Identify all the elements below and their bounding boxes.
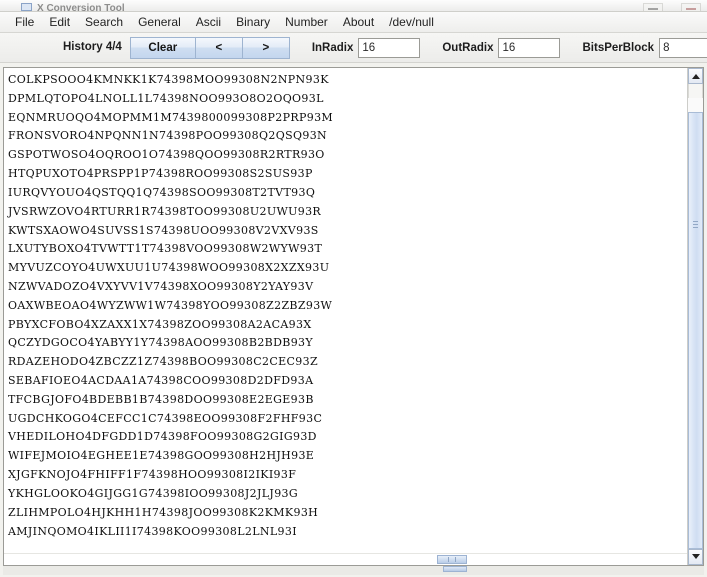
text-line: UGDCHKOGO4CEFCC1C74398EOO99308F2FHF93C [8,411,323,425]
vertical-scrollbar-thumb[interactable] [688,112,703,549]
menu-item-number[interactable]: Number [278,13,335,31]
text-line: WIFEJMOIO4EGHEE1E74398GOO99308H2HJH93E [8,449,315,463]
menu-item-devnull[interactable]: /dev/null [382,13,441,31]
horizontal-scrollbar[interactable] [4,553,687,565]
horizontal-scrollbar-thumb[interactable] [437,555,467,564]
menu-item-file[interactable]: File [8,13,41,31]
menu-item-binary[interactable]: Binary [229,13,277,31]
scroll-grip-line [448,557,449,562]
text-line: XJGFKNOJO4FHIFF1F74398HOO99308I2IKI93F [8,468,297,482]
text-line: COLKPSOOO4KMNKK1K74398MOO99308N2NPN93K [8,73,329,86]
minimize-button[interactable] [643,3,663,11]
text-line: DPMLQTOPO4LNOLL1L74398NOO993O8O2OQO93L [8,91,324,105]
menu-item-about[interactable]: About [336,13,381,31]
scroll-down-arrow-icon[interactable] [688,549,703,565]
text-line: IURQVYOUO4QSTQQ1Q74398SOO99308T2TVT93Q [8,185,316,199]
app-icon [21,3,32,11]
history-next-button[interactable]: > [242,36,290,59]
window-bottom-strip [3,566,704,575]
text-area-panel: COLKPSOOO4KMNKK1K74398MOO99308N2NPN93K DP… [3,67,704,566]
history-label: History 4/4 [63,41,122,53]
window-horizontal-scrollbar-thumb[interactable] [443,566,467,572]
inradix-input[interactable] [358,37,421,58]
vertical-scrollbar-track[interactable] [688,98,703,549]
title-bar: X Conversion Tool [0,0,707,12]
text-line: EQNMRUOQO4MOPMM1M7439800099308P2PRP93M [8,110,334,124]
conversion-output-text[interactable]: COLKPSOOO4KMNKK1K74398MOO99308N2NPN93K DP… [4,68,687,553]
outradix-label: OutRadix [442,41,494,54]
text-line: YKHGLOOKO4GIJGG1G74398IOO99308J2JLJ93G [8,486,299,500]
text-line: QCZYDGOCO4YABYY1Y74398AOO99308B2BDB93Y [8,336,314,350]
history-prev-button[interactable]: < [195,36,243,59]
text-line: GSPOTWOSO4OQROO1O74398QOO99308R2RTR93O [8,148,325,162]
toolbar: History 4/4 Clear < > InRadix OutRadix B… [0,33,707,63]
text-line: RDAZEHODO4ZBCZZ1Z74398BOO99308C2CEC93Z [8,355,318,369]
text-line: OAXWBEOAO4WYZWW1W74398YOO99308Z2ZBZ93W [8,298,333,312]
scroll-grip-line [455,557,456,562]
window-controls [643,3,701,11]
text-line: FRONSVORO4NPQNN1N74398POO99308Q2QSQ93N [8,129,328,143]
text-line: AMJINQOMO4IKLII1I74398KOO99308L2LNL93I [8,524,297,538]
menu-item-search[interactable]: Search [78,13,130,31]
scrollbar-upper-track[interactable] [688,84,703,98]
text-line: VHEDILOHO4DFGDD1D74398FOO99308G2GIG93D [8,430,317,444]
scroll-up-arrow-icon[interactable] [688,68,703,84]
inradix-label: InRadix [311,41,354,54]
vertical-scrollbar[interactable] [687,68,703,565]
text-line: JVSRWZOVO4RTURR1R74398TOO99308U2UWU93R [8,204,322,218]
text-line: KWTSXAOWO4SUVSS1S74398UOO99308V2VXV93S [8,223,319,237]
text-line: LXUTYBOXO4TVWTT1T74398VOO99308W2WYW93T [8,242,323,256]
text-line: MYVUZCOYO4UWXUU1U74398WOO99308X2XZX93U [8,261,330,275]
bitsperblock-input[interactable] [659,37,707,58]
application-window: X Conversion Tool File Edit Search Gener… [0,0,707,577]
text-line: ZLIHMPOLO4HJKHH1H74398JOO99308K2KMK93H [8,505,319,519]
menu-item-edit[interactable]: Edit [42,13,77,31]
window-title: X Conversion Tool [37,3,125,12]
text-line: NZWVADOZO4VXYVV1V74398XOO99308Y2YAY93V [8,279,314,293]
text-area-body: COLKPSOOO4KMNKK1K74398MOO99308N2NPN93K DP… [4,68,687,565]
menu-item-ascii[interactable]: Ascii [189,13,228,31]
text-line: HTQPUXOTO4PRSPP1P74398ROO99308S2SUS93P [8,167,313,181]
scroll-grip-line [693,227,698,228]
history-button-group: Clear < > [129,36,290,59]
menu-item-general[interactable]: General [131,13,188,31]
text-line: SEBAFIOEO4ACDAA1A74398COO99308D2DFD93A [8,374,314,387]
scroll-grip-line [693,221,698,222]
text-line: TFCBGJOFO4BDEBB1B74398DOO99308E2EGE93B [8,392,314,406]
content-area: COLKPSOOO4KMNKK1K74398MOO99308N2NPN93K DP… [0,63,707,577]
outradix-input[interactable] [498,37,561,58]
maximize-button[interactable] [681,3,701,11]
scroll-grip-line [693,224,698,225]
clear-button[interactable]: Clear [129,36,196,59]
text-line: PBYXCFOBO4XZAXX1X74398ZOO99308A2ACA93X [8,317,312,331]
menu-bar: File Edit Search General Ascii Binary Nu… [0,12,707,33]
bitsperblock-label: BitsPerBlock [582,41,655,54]
